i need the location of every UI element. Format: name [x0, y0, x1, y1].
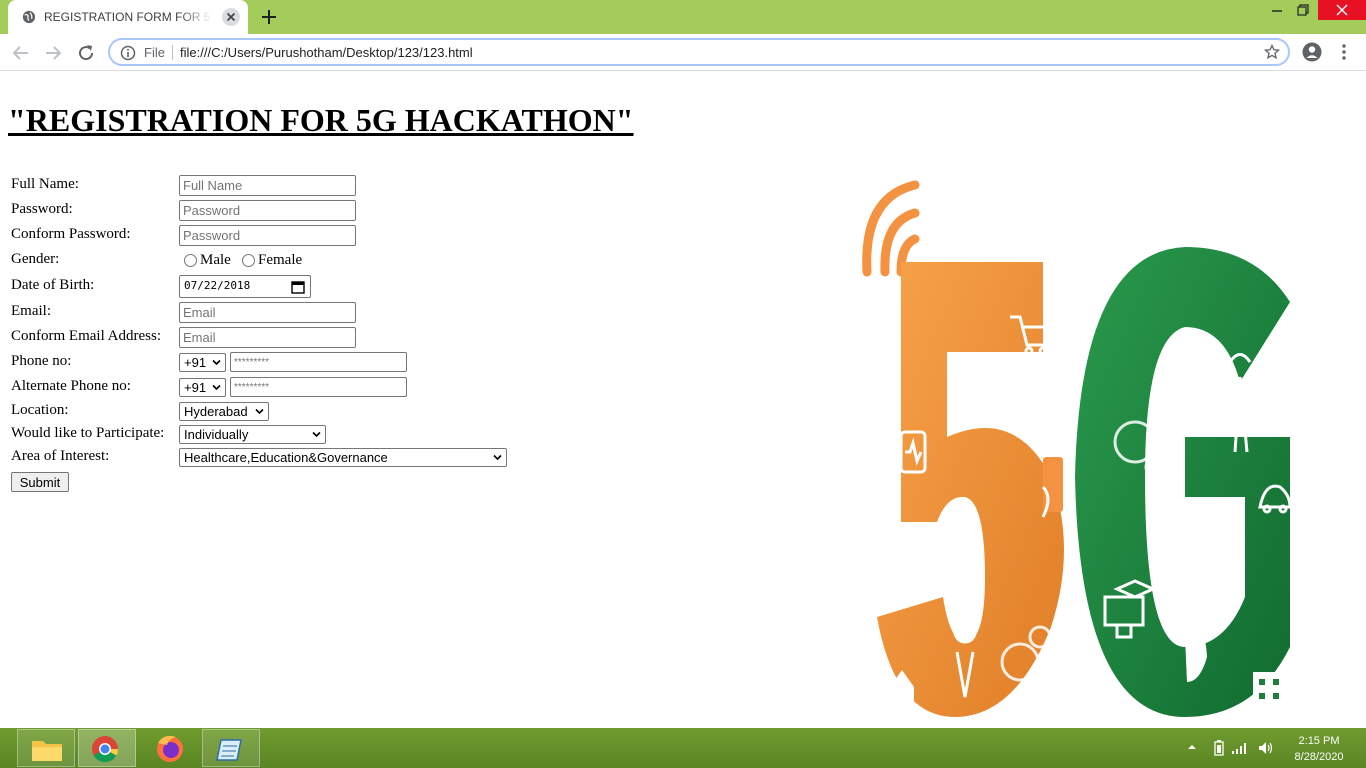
digit-five-shape [877, 262, 1064, 717]
dob-value: 07/22/2018 [184, 279, 251, 292]
alt-phone-country-code-value: +91 [184, 380, 207, 395]
alt-phone-country-code-select[interactable]: +91 [179, 378, 226, 397]
new-tab-icon[interactable] [258, 6, 280, 28]
gender-male-radio[interactable] [184, 254, 197, 267]
system-clock[interactable]: 2:15 PM 8/28/2020 [1284, 733, 1354, 765]
confirm-password-input[interactable] [179, 225, 356, 246]
address-bar[interactable]: File file:///C:/Users/Purushotham/Deskto… [108, 38, 1290, 66]
info-icon[interactable] [120, 45, 136, 61]
omnibox-divider [172, 45, 173, 60]
chevron-down-icon [212, 359, 221, 366]
full-name-label: Full Name: [11, 176, 79, 192]
phone-input[interactable] [230, 352, 407, 372]
letter-g-shape [1075, 247, 1290, 717]
password-label: Password: [11, 201, 73, 217]
forward-arrow-icon[interactable] [42, 42, 64, 64]
close-icon [1336, 4, 1348, 16]
browser-tab-strip: REGISTRATION FORM FOR 5G HACKATHON [0, 0, 1366, 34]
network-signal-icon[interactable] [1232, 742, 1248, 754]
interest-select[interactable]: Healthcare,Education&Governance [179, 448, 507, 467]
globe-icon [22, 10, 36, 24]
chrome-icon [92, 736, 119, 763]
clock-date: 8/28/2020 [1294, 751, 1344, 763]
taskbar-file-explorer[interactable] [17, 729, 75, 767]
restore-icon[interactable] [1292, 0, 1314, 20]
confirm-email-label: Conform Email Address: [11, 328, 161, 344]
smartphone-icon [1041, 457, 1063, 518]
gender-female-label: Female [258, 252, 303, 268]
participate-label: Would like to Participate: [11, 425, 165, 441]
taskbar-firefox[interactable] [140, 729, 198, 767]
page-content: "REGISTRATION FOR 5G HACKATHON" Full Nam… [0, 72, 1366, 728]
calendar-icon[interactable] [291, 280, 305, 294]
folder-icon [32, 741, 62, 761]
url-scheme-label: File [144, 45, 165, 60]
taskbar-chrome[interactable] [78, 729, 136, 767]
browser-tab[interactable]: REGISTRATION FORM FOR 5G HACKATHON [8, 0, 248, 34]
clock-time: 2:15 PM [1298, 735, 1340, 747]
profile-avatar-icon[interactable] [1302, 42, 1322, 62]
participate-select[interactable]: Individually [179, 425, 326, 444]
interest-value: Healthcare,Education&Governance [184, 450, 388, 465]
close-window-button[interactable] [1318, 0, 1366, 20]
show-hidden-icons-icon[interactable] [1187, 742, 1197, 752]
tab-title: REGISTRATION FORM FOR 5G HACKATHON [44, 10, 212, 24]
gender-female-radio[interactable] [242, 254, 255, 267]
confirm-email-input[interactable] [179, 327, 356, 348]
wifi-signal-icon [862, 180, 920, 277]
gender-male-label: Male [200, 252, 231, 268]
phone-country-code-select[interactable]: +91 [179, 353, 226, 372]
phone-country-code-value: +91 [184, 355, 207, 370]
email-input[interactable] [179, 302, 356, 323]
dob-date-input[interactable]: 07/22/2018 [179, 275, 311, 298]
alt-phone-input[interactable] [230, 377, 407, 397]
browser-toolbar: File file:///C:/Users/Purushotham/Deskto… [0, 34, 1366, 71]
bookmark-star-icon[interactable] [1264, 44, 1280, 60]
gender-label: Gender: [11, 251, 60, 267]
menu-kebab-icon[interactable] [1336, 42, 1352, 62]
notepad-icon [216, 739, 242, 761]
taskbar-notepad[interactable] [202, 729, 260, 767]
confirm-password-label: Conform Password: [11, 226, 131, 242]
interest-label: Area of Interest: [11, 448, 110, 464]
close-tab-icon[interactable] [222, 8, 240, 26]
5g-logo-image [862, 180, 1292, 717]
dob-label: Date of Birth: [11, 277, 95, 293]
volume-icon[interactable] [1258, 741, 1274, 755]
location-select[interactable]: Hyderabad [179, 402, 269, 421]
phone-label: Phone no: [11, 353, 72, 369]
chevron-down-icon [493, 454, 502, 461]
url-text[interactable]: file:///C:/Users/Purushotham/Desktop/123… [180, 45, 473, 60]
alt-phone-label: Alternate Phone no: [11, 378, 131, 394]
building-icon [1253, 672, 1289, 717]
location-label: Location: [11, 402, 69, 418]
back-arrow-icon[interactable] [10, 42, 32, 64]
chevron-down-icon [212, 384, 221, 391]
minimize-icon[interactable] [1266, 0, 1288, 20]
location-value: Hyderabad [184, 404, 248, 419]
battery-icon[interactable] [1214, 740, 1224, 756]
password-input[interactable] [179, 200, 356, 221]
firefox-icon [157, 735, 183, 762]
windows-taskbar: 2:15 PM 8/28/2020 [0, 728, 1366, 768]
participate-value: Individually [184, 427, 249, 442]
reload-icon[interactable] [75, 42, 97, 64]
email-label: Email: [11, 303, 51, 319]
page-title: "REGISTRATION FOR 5G HACKATHON" [8, 102, 634, 138]
chevron-down-icon [312, 431, 321, 438]
submit-button[interactable]: Submit [11, 472, 69, 492]
full-name-input[interactable] [179, 175, 356, 196]
chevron-down-icon [255, 408, 264, 415]
